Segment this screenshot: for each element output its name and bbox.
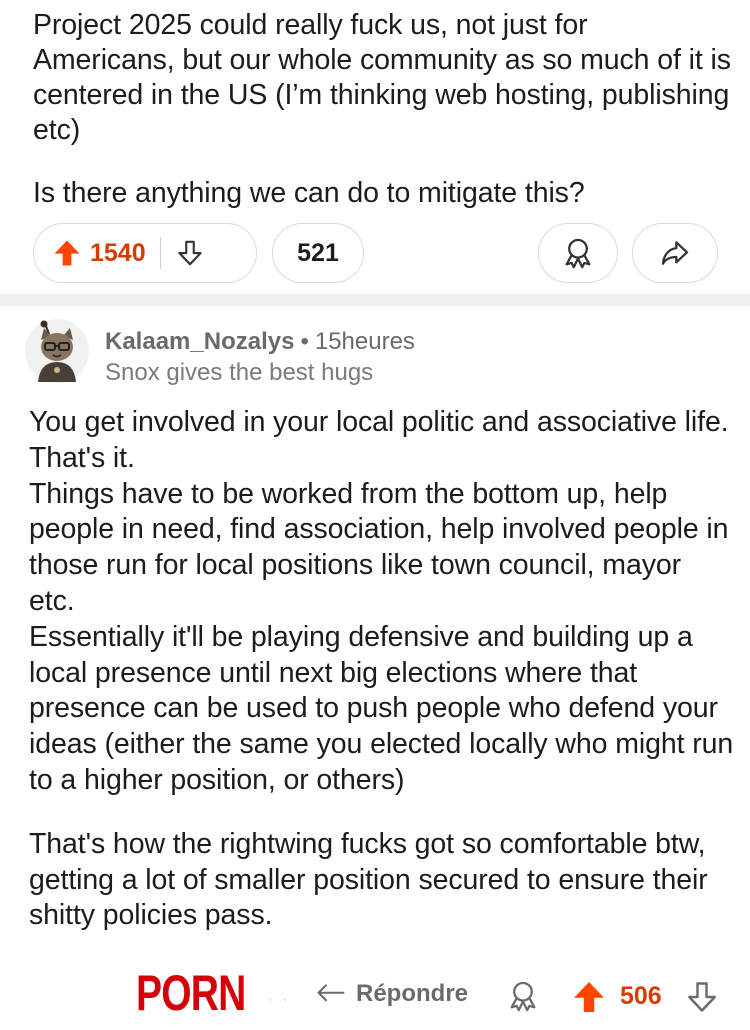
post-body: Project 2025 could really fuck us, not j… bbox=[33, 8, 733, 211]
post-action-bar: 1540 521 bbox=[0, 223, 750, 285]
comment-downvote-button[interactable] bbox=[684, 979, 720, 1020]
comment-meta: Kalaam_Nozalys • 15heures bbox=[105, 327, 415, 357]
comment-time: 15heures bbox=[314, 328, 415, 355]
user-flair: Snox gives the best hugs bbox=[105, 359, 374, 386]
upvote-button[interactable] bbox=[52, 238, 82, 268]
comment-award-button[interactable] bbox=[506, 978, 540, 1019]
author-name[interactable]: Kalaam_Nozalys bbox=[105, 328, 294, 355]
comment-upvote-button[interactable] bbox=[571, 979, 607, 1020]
comment-body: You get involved in your local politic a… bbox=[29, 405, 734, 934]
comment-upvote-count: 506 bbox=[620, 982, 662, 1010]
arrow-down-outline-icon bbox=[688, 982, 716, 1012]
section-divider bbox=[0, 294, 750, 306]
vote-separator bbox=[159, 237, 162, 269]
upvote-count: 1540 bbox=[90, 238, 146, 267]
arrow-down-outline-icon bbox=[178, 240, 202, 266]
reply-label: Répondre bbox=[356, 980, 469, 1007]
downvote-button[interactable] bbox=[175, 238, 205, 268]
comment-paragraph: You get involved in your local politic a… bbox=[29, 406, 734, 796]
post-paragraph: Project 2025 could really fuck us, not j… bbox=[33, 9, 731, 146]
reply-icon bbox=[317, 984, 345, 1002]
comments-button[interactable]: 521 bbox=[272, 223, 364, 283]
arrow-up-filled-icon bbox=[574, 982, 604, 1012]
post-paragraph: Is there anything we can do to mitigate … bbox=[33, 177, 585, 209]
watermark-logo: PORN bbox=[136, 965, 246, 1021]
award-icon bbox=[565, 238, 591, 269]
share-icon bbox=[661, 241, 689, 265]
share-button[interactable] bbox=[632, 223, 718, 283]
arrow-up-filled-icon bbox=[54, 240, 80, 266]
vote-pill: 1540 bbox=[33, 223, 257, 283]
faint-dots: · · bbox=[268, 992, 292, 1006]
avatar[interactable] bbox=[24, 318, 90, 384]
reply-button[interactable]: Répondre bbox=[316, 980, 468, 1008]
comments-count: 521 bbox=[297, 238, 339, 267]
comment-paragraph: That's how the rightwing fucks got so co… bbox=[29, 827, 708, 932]
award-icon bbox=[510, 981, 536, 1012]
meta-separator: • bbox=[300, 328, 309, 355]
award-button[interactable] bbox=[538, 223, 618, 283]
